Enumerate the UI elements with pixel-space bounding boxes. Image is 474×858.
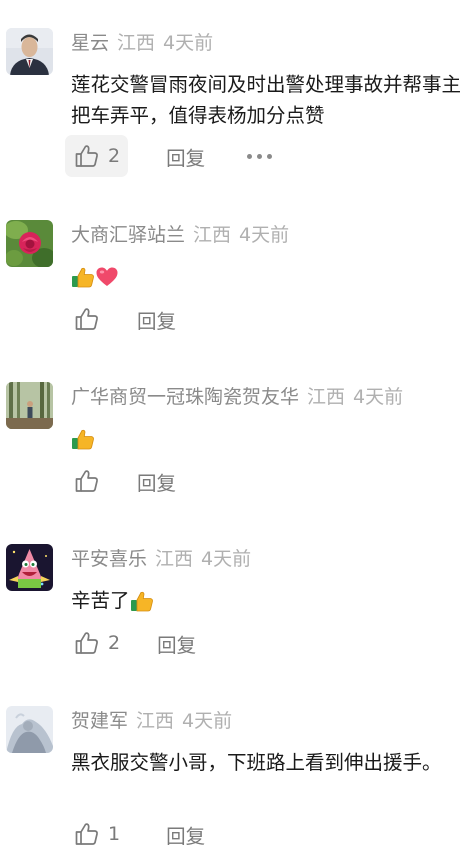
thumbs-up-outline-icon — [75, 145, 98, 167]
comment-time: 4天前 — [182, 710, 233, 732]
comment-actions: 2 回复 — [65, 135, 274, 177]
like-button[interactable]: 2 — [65, 622, 128, 664]
avatar[interactable] — [6, 220, 53, 267]
comment-actions: 回复 — [65, 298, 176, 340]
comment-time: 4天前 — [163, 32, 214, 54]
comment-emojis — [71, 424, 95, 454]
heart-emoji — [96, 267, 118, 286]
thumbs-up-outline-icon — [75, 632, 98, 654]
reply-button[interactable]: 回复 — [137, 467, 176, 496]
reply-button[interactable]: 回复 — [157, 629, 196, 658]
avatar-image — [6, 220, 53, 267]
thumbs-up-emoji — [72, 267, 94, 288]
like-count: 2 — [108, 145, 121, 167]
thumbs-up-emoji — [72, 429, 94, 450]
like-count: 2 — [108, 632, 121, 654]
comment-list: 星云 江西 4天前 莲花交警冒雨夜间及时出警处理事故并帮事主把车弄平，值得表杨加分点… — [0, 0, 474, 858]
comment-text-line: 辛苦了 — [71, 586, 154, 616]
comment-meta: 大商汇驿站兰 江西 4天前 — [71, 220, 289, 250]
comment-meta: 广华商贸一冠珠陶瓷贺友华 江西 4天前 — [71, 382, 403, 412]
user-name[interactable]: 大商汇驿站兰 — [71, 224, 185, 246]
avatar-image — [6, 706, 53, 753]
comment-meta: 平安喜乐 江西 4天前 — [71, 544, 251, 574]
comment-item: 大商汇驿站兰 江西 4天前 回复 — [0, 219, 474, 349]
more-dots-icon[interactable] — [245, 148, 274, 165]
avatar-image — [6, 382, 53, 429]
reply-button[interactable]: 回复 — [166, 142, 205, 171]
avatar[interactable] — [6, 706, 53, 753]
comment-text: 辛苦了 — [71, 589, 130, 612]
thumbs-up-outline-icon — [75, 470, 98, 492]
like-count: 1 — [108, 823, 121, 845]
reply-button[interactable]: 回复 — [166, 820, 205, 849]
comment-text: 莲花交警冒雨夜间及时出警处理事故并帮事主把车弄平，值得表杨加分点赞 — [71, 73, 462, 127]
comment-time: 4天前 — [239, 224, 290, 246]
comment-actions: 1 回复 — [65, 813, 205, 855]
comment-time: 4天前 — [353, 386, 404, 408]
comment-text: 黑衣服交警小哥，下班路上看到伸出援手。 — [71, 751, 442, 774]
comment-meta: 星云 江西 4天前 — [71, 28, 213, 58]
reply-button[interactable]: 回复 — [137, 305, 176, 334]
avatar-image — [6, 544, 53, 591]
user-region: 江西 — [193, 224, 232, 246]
like-button[interactable] — [65, 460, 108, 502]
thumbs-up-outline-icon — [75, 308, 98, 330]
comment-meta: 贺建军 江西 4天前 — [71, 706, 232, 736]
comment-actions: 2 回复 — [65, 622, 196, 664]
like-button[interactable]: 1 — [65, 813, 128, 855]
user-name[interactable]: 广华商贸一冠珠陶瓷贺友华 — [71, 386, 299, 408]
user-name[interactable]: 星云 — [71, 32, 109, 54]
user-region: 江西 — [155, 548, 194, 570]
user-name[interactable]: 贺建军 — [71, 710, 128, 732]
comment-item: 星云 江西 4天前 莲花交警冒雨夜间及时出警处理事故并帮事主把车弄平，值得表杨加分点… — [0, 27, 474, 187]
avatar-image — [6, 28, 53, 75]
avatar[interactable] — [6, 544, 53, 591]
user-name[interactable]: 平安喜乐 — [71, 548, 147, 570]
thumbs-up-emoji — [130, 591, 153, 612]
comment-actions: 回复 — [65, 460, 176, 502]
user-region: 江西 — [136, 710, 175, 732]
user-region: 江西 — [117, 32, 156, 54]
comment-item: 贺建军 江西 4天前 黑衣服交警小哥，下班路上看到伸出援手。 1 回复 — [0, 705, 474, 858]
comment-emojis — [71, 262, 119, 292]
user-region: 江西 — [307, 386, 346, 408]
comment-item: 平安喜乐 江西 4天前 辛苦了 2 回复 — [0, 543, 474, 673]
comment-time: 4天前 — [201, 548, 252, 570]
avatar[interactable] — [6, 28, 53, 75]
comment-item: 广华商贸一冠珠陶瓷贺友华 江西 4天前 回复 — [0, 381, 474, 511]
like-button[interactable] — [65, 298, 108, 340]
thumbs-up-outline-icon — [75, 823, 98, 845]
like-button[interactable]: 2 — [65, 135, 129, 177]
avatar[interactable] — [6, 382, 53, 429]
